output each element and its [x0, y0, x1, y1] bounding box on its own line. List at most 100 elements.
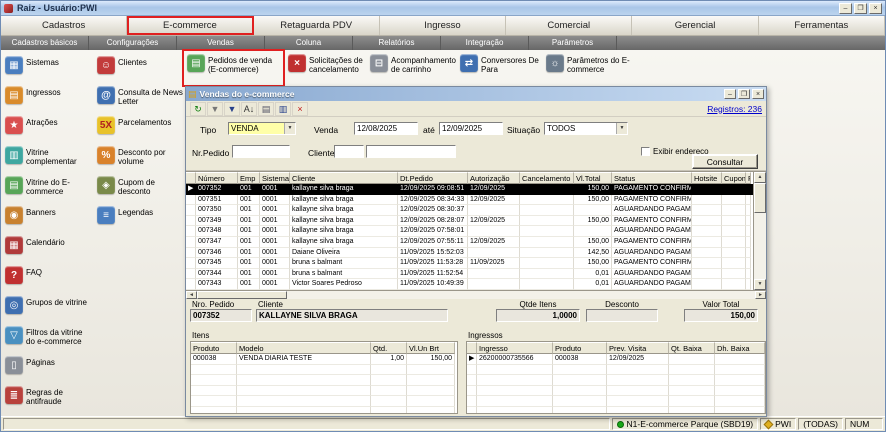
- grid-col-header[interactable]: Cupom: [722, 172, 746, 184]
- app-minimize-button[interactable]: –: [839, 3, 852, 14]
- grid-col-header[interactable]: Dt.Pedido: [398, 172, 468, 184]
- table-row[interactable]: 0073450010001bruna s balmant11/09/2025 1…: [186, 258, 753, 269]
- submenu-cadastros-basicos[interactable]: Cadastros básicos: [1, 36, 89, 50]
- submenu-parametros[interactable]: Parâmetros: [529, 36, 617, 50]
- horizontal-scrollbar[interactable]: ◄ ►: [186, 290, 766, 299]
- registros-link[interactable]: Registros: 236: [707, 104, 762, 114]
- sales-close-button[interactable]: ×: [752, 89, 764, 99]
- tab-ingresso[interactable]: Ingresso: [380, 16, 506, 35]
- shortcut-parametros-do-e-commerce[interactable]: ☼Parâmetros do E-commerce: [544, 52, 636, 84]
- grid-col-header[interactable]: Vl.Total: [574, 172, 612, 184]
- shortcut-legendas[interactable]: ≡Legendas: [97, 206, 185, 228]
- grid-col-header[interactable]: Prev. Visita: [607, 342, 669, 354]
- tab-cadastros[interactable]: Cadastros: [1, 16, 127, 35]
- date-to-input[interactable]: 12/09/2025: [439, 122, 503, 135]
- grid-col-header[interactable]: Vl.Un Brt: [407, 342, 455, 354]
- table-row[interactable]: 000038VENDA DIARIA TESTE1,00150,00: [191, 354, 457, 365]
- tab-e-commerce[interactable]: E-commerce: [127, 16, 253, 35]
- grid-col-header[interactable]: [186, 172, 196, 184]
- shortcut-parcelamentos[interactable]: 5XParcelamentos: [97, 116, 185, 138]
- grid-col-header[interactable]: Sistema: [260, 172, 290, 184]
- grid-col-header[interactable]: Status: [612, 172, 692, 184]
- shortcut-ingressos[interactable]: ▤Ingressos: [5, 86, 93, 108]
- tab-gerencial[interactable]: Gerencial: [632, 16, 758, 35]
- vertical-scrollbar[interactable]: ▲ ▼: [753, 172, 766, 290]
- shortcut-solicitacoes-de-cancelamento[interactable]: ×Solicitações de cancelamento: [286, 52, 366, 84]
- consultar-button[interactable]: Consultar: [692, 154, 758, 169]
- scroll-up-button[interactable]: ▲: [754, 172, 766, 183]
- shortcut-cupom-de-desconto[interactable]: ◈Cupom de desconto: [97, 176, 185, 198]
- shortcut-banners[interactable]: ◉Banners: [5, 206, 93, 228]
- table-row[interactable]: 0073500010001kallayne silva braga12/09/2…: [186, 205, 753, 216]
- scroll-right-button[interactable]: ►: [755, 291, 766, 299]
- submenu-vendas[interactable]: Vendas: [177, 36, 265, 50]
- grid-col-header[interactable]: Dh. Baixa: [715, 342, 765, 354]
- table-row[interactable]: ▶0073520010001kallayne silva braga12/09/…: [186, 184, 753, 195]
- table-row[interactable]: 0073510010001kallayne silva braga12/09/2…: [186, 195, 753, 206]
- table-row[interactable]: ▶2620000073556600003812/09/2025: [467, 354, 765, 365]
- refresh-button[interactable]: ↻: [190, 102, 206, 116]
- shortcut-filtros-da-vitrine-do-e-commerce[interactable]: ▽Filtros da vitrine do e-commerce: [5, 326, 93, 348]
- app-close-button[interactable]: ×: [869, 3, 882, 14]
- shortcut-calendario[interactable]: ▦Calendário: [5, 236, 93, 258]
- tab-retaguarda-pdv[interactable]: Retaguarda PDV: [254, 16, 380, 35]
- cliente-code-input[interactable]: [334, 145, 364, 158]
- scroll-thumb[interactable]: [754, 183, 766, 213]
- shortcut-pedidos-de-venda-e-commerce[interactable]: ▤Pedidos de venda (E-commerce): [185, 52, 282, 84]
- date-from-input[interactable]: 12/08/2025: [354, 122, 418, 135]
- save-button[interactable]: ▥: [275, 102, 291, 116]
- grid-col-header[interactable]: Qt. Baixa: [669, 342, 715, 354]
- shortcut-regras-de-antifraude[interactable]: ≣Regras de antifraude: [5, 386, 93, 408]
- sales-window-titlebar[interactable]: ▤ Vendas do e-commerce –❐×: [186, 87, 766, 101]
- shortcut-atracoes[interactable]: ★Atrações: [5, 116, 93, 138]
- grid-col-header[interactable]: Produto: [553, 342, 607, 354]
- shortcut-desconto-por-volume[interactable]: %Desconto por volume: [97, 146, 185, 168]
- grid-col-header[interactable]: Hotsite: [692, 172, 722, 184]
- scroll-down-button[interactable]: ▼: [754, 279, 766, 290]
- tab-ferramentas[interactable]: Ferramentas: [759, 16, 885, 35]
- tab-comercial[interactable]: Comercial: [506, 16, 632, 35]
- shortcut-sistemas[interactable]: ▦Sistemas: [5, 56, 93, 78]
- table-row[interactable]: 0073480010001kallayne silva braga12/09/2…: [186, 226, 753, 237]
- grid-col-header[interactable]: Ingresso: [477, 342, 553, 354]
- shortcut-grupos-de-vitrine[interactable]: ◎Grupos de vitrine: [5, 296, 93, 318]
- shortcut-vitrine-do-e-commerce[interactable]: ▤Vitrine do E-commerce: [5, 176, 93, 198]
- grid-col-header[interactable]: Emp: [238, 172, 260, 184]
- grid-col-header[interactable]: P: [746, 172, 751, 184]
- submenu-relatorios[interactable]: Relatórios: [353, 36, 441, 50]
- submenu-integracao[interactable]: Integração: [441, 36, 529, 50]
- shortcut-clientes[interactable]: ☺Clientes: [97, 56, 185, 78]
- table-row[interactable]: 0073440010001bruna s balmant11/09/2025 1…: [186, 269, 753, 280]
- shortcut-conversores-de-para[interactable]: ⇄Conversores De Para: [458, 52, 542, 84]
- grid-col-header[interactable]: [467, 342, 477, 354]
- shortcut-vitrine-complementar[interactable]: ▥Vitrine complementar: [5, 146, 93, 168]
- sales-minimize-button[interactable]: –: [724, 89, 736, 99]
- grid-col-header[interactable]: Autorização: [468, 172, 520, 184]
- situacao-select[interactable]: TODOS ▼: [544, 122, 628, 135]
- sales-maximize-button[interactable]: ❐: [738, 89, 750, 99]
- tipo-select[interactable]: VENDA ▼: [228, 122, 296, 135]
- chevron-down-icon[interactable]: ▼: [616, 123, 627, 134]
- cliente-name-input[interactable]: [366, 145, 456, 158]
- table-row[interactable]: 0073460010001Daiane Oliveira11/09/2025 1…: [186, 248, 753, 259]
- sort-button[interactable]: A↓: [241, 102, 257, 116]
- table-row[interactable]: 0073490010001kallayne silva braga12/09/2…: [186, 216, 753, 227]
- scroll-left-button[interactable]: ◄: [186, 291, 197, 299]
- nr-pedido-input[interactable]: [232, 145, 290, 158]
- grid-col-header[interactable]: Número: [196, 172, 238, 184]
- clear-filter-button[interactable]: ▼: [207, 102, 223, 116]
- scroll-thumb-h[interactable]: [197, 291, 287, 299]
- shortcut-faq[interactable]: ?FAQ: [5, 266, 93, 288]
- grid-col-header[interactable]: Produto: [191, 342, 237, 354]
- scroll-track[interactable]: [754, 183, 766, 279]
- submenu-configuracoes[interactable]: Configurações: [89, 36, 177, 50]
- shortcut-acompanhamento-de-carrinho[interactable]: ⊟Acompanhamento de carrinho: [368, 52, 460, 84]
- shortcut-paginas[interactable]: ▯Páginas: [5, 356, 93, 378]
- scroll-track-h[interactable]: [197, 291, 755, 299]
- shortcut-consulta-de-news-letter[interactable]: @Consulta de News Letter: [97, 86, 185, 108]
- grid-col-header[interactable]: Cancelamento: [520, 172, 574, 184]
- grid-col-header[interactable]: Cliente: [290, 172, 398, 184]
- table-row[interactable]: 0073470010001kallayne silva braga12/09/2…: [186, 237, 753, 248]
- filter-button[interactable]: ▼: [224, 102, 240, 116]
- grid-col-header[interactable]: Qtd.: [371, 342, 407, 354]
